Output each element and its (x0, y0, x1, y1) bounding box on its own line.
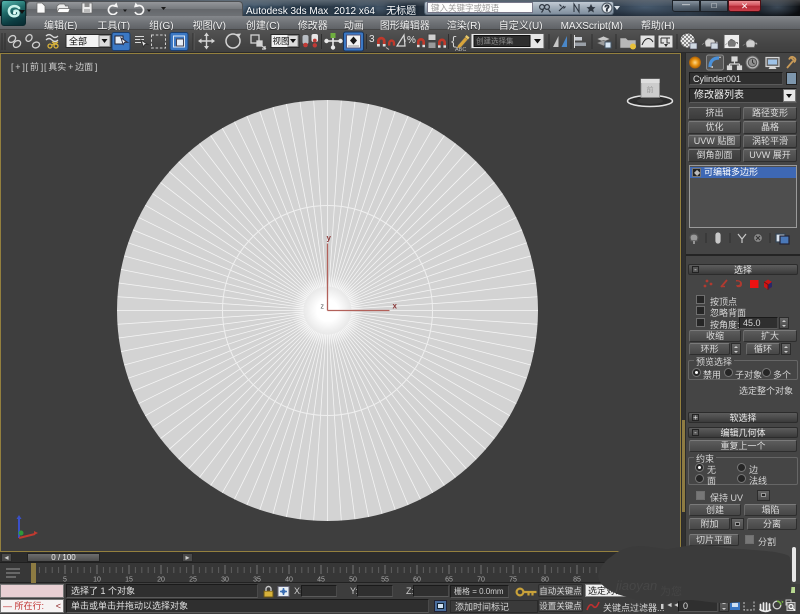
svg-text:70: 70 (477, 577, 485, 584)
svg-text:20: 20 (157, 577, 165, 584)
svg-text:创建选择集: 创建选择集 (476, 36, 514, 46)
svg-text:x: x (393, 302, 398, 311)
svg-text:85: 85 (573, 577, 581, 584)
svg-text:为您: 为您 (660, 585, 682, 598)
svg-text:?: ? (605, 4, 610, 13)
svg-text:10: 10 (93, 577, 101, 584)
svg-text:全部: 全部 (69, 36, 87, 47)
svg-text:45: 45 (317, 577, 325, 584)
svg-text:30: 30 (221, 577, 229, 584)
svg-text:视图: 视图 (273, 36, 290, 46)
svg-text:3: 3 (369, 34, 375, 45)
svg-text:65: 65 (445, 577, 453, 584)
svg-text:z: z (321, 304, 325, 311)
svg-text:80: 80 (541, 577, 549, 584)
svg-text:5: 5 (63, 577, 67, 584)
svg-text:35: 35 (253, 577, 261, 584)
svg-text:15: 15 (125, 577, 133, 584)
svg-text:50: 50 (349, 577, 357, 584)
svg-text:%: % (407, 35, 416, 46)
svg-text:jiaoyan: jiaoyan (614, 578, 657, 593)
svg-text:前: 前 (647, 85, 654, 94)
svg-text:25: 25 (189, 577, 197, 584)
svg-text:75: 75 (509, 577, 517, 584)
svg-text:y: y (327, 234, 332, 243)
svg-text:40: 40 (285, 577, 293, 584)
svg-text:55: 55 (381, 577, 389, 584)
svg-text:60: 60 (413, 577, 421, 584)
